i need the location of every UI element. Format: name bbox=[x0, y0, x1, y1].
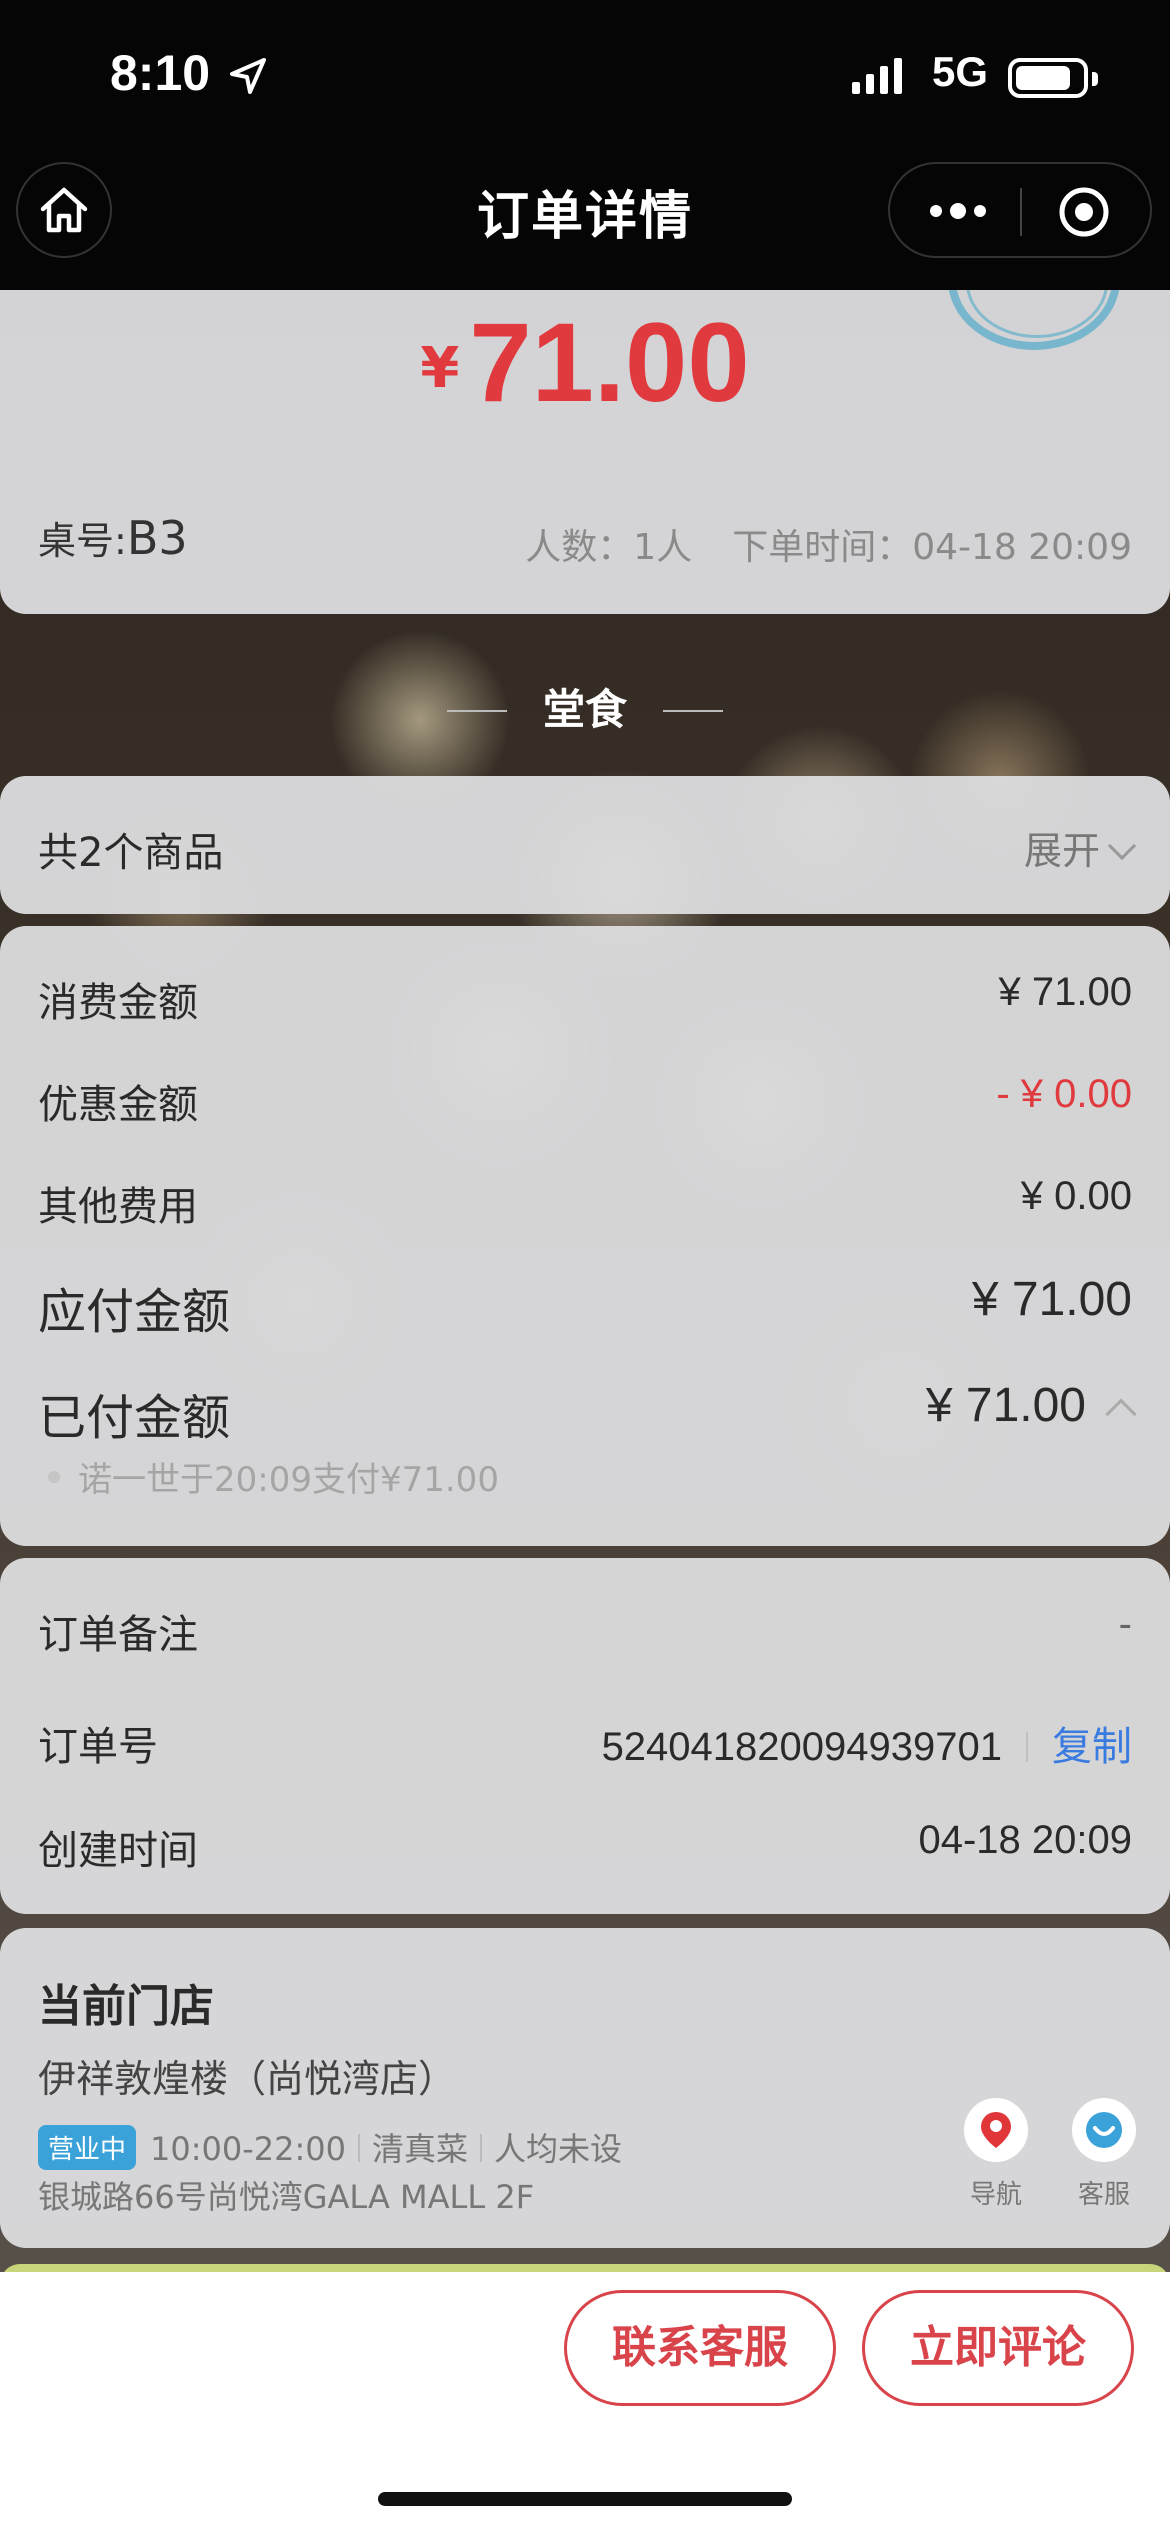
close-miniprogram-icon[interactable] bbox=[1058, 186, 1110, 238]
network-type: 5G bbox=[932, 48, 989, 95]
amount-value: 71.00 bbox=[469, 300, 750, 425]
location-arrow-icon bbox=[230, 58, 266, 94]
chevron-up-icon bbox=[1105, 1398, 1137, 1430]
table-value: B3 bbox=[126, 511, 188, 565]
items-card[interactable]: 共2个商品 展开 bbox=[0, 776, 1170, 914]
store-info: 营业中 10:00-22:00 清真菜 人均未设 bbox=[38, 2124, 622, 2170]
order-amount: ¥71.00 bbox=[0, 298, 1170, 427]
store-hours: 10:00-22:00 bbox=[150, 2130, 346, 2168]
payment-record: 诺一世于20:09支付¥71.00 bbox=[48, 1452, 499, 1501]
discount-value: - ¥ 0.00 bbox=[996, 1072, 1132, 1116]
nav-bar: 订单详情 bbox=[0, 150, 1170, 290]
more-icon[interactable] bbox=[928, 196, 988, 226]
order-no-label: 订单号 bbox=[38, 1724, 158, 1770]
navigation-button[interactable]: 导航 bbox=[964, 2098, 1028, 2211]
contact-service-button[interactable]: 联系客服 bbox=[564, 2290, 836, 2406]
store-section-title: 当前门店 bbox=[38, 1981, 214, 2032]
battery-icon bbox=[1008, 58, 1098, 98]
people-count: 人数：1人 bbox=[525, 527, 693, 568]
order-meta: 人数：1人 下单时间：04-18 20:09 bbox=[525, 518, 1132, 570]
paid-toggle[interactable]: ¥ 71.00 bbox=[925, 1378, 1137, 1433]
paid-label: 已付金额 bbox=[38, 1390, 231, 1446]
paid-value: ¥ 71.00 bbox=[925, 1379, 1086, 1432]
status-bar: 8:10 5G bbox=[0, 0, 1170, 150]
other-fee-value: ¥ 0.00 bbox=[1020, 1174, 1132, 1218]
items-count: 共2个商品 bbox=[38, 830, 224, 876]
copy-button[interactable]: 复制 bbox=[1052, 1725, 1132, 1769]
store-avg-price: 人均未设 bbox=[494, 2130, 623, 2168]
dine-type-label: 堂食 bbox=[542, 685, 627, 734]
consumption-value: ¥ 71.00 bbox=[998, 970, 1132, 1014]
order-no: 524041820094939701 复制 bbox=[602, 1714, 1132, 1772]
amount-card: ¥71.00 桌号:B3 人数：1人 下单时间：04-18 20:09 bbox=[0, 290, 1170, 614]
review-now-button[interactable]: 立即评论 bbox=[862, 2290, 1134, 2406]
remark-label: 订单备注 bbox=[38, 1612, 198, 1658]
customer-service-button[interactable]: 客服 bbox=[1072, 2098, 1136, 2211]
payable-label: 应付金额 bbox=[38, 1284, 231, 1340]
chevron-down-icon bbox=[1107, 831, 1137, 861]
created-value: 04-18 20:09 bbox=[918, 1818, 1132, 1862]
dine-type-title: 堂食 bbox=[0, 676, 1170, 737]
expand-button[interactable]: 展开 bbox=[1023, 820, 1137, 875]
fees-card: 消费金额 ¥ 71.00 优惠金额 - ¥ 0.00 其他费用 ¥ 0.00 应… bbox=[0, 926, 1170, 1546]
other-fee-label: 其他费用 bbox=[38, 1184, 198, 1230]
order-time: 下单时间：04-18 20:09 bbox=[732, 527, 1132, 568]
order-no-value: 524041820094939701 bbox=[601, 1725, 1002, 1769]
map-pin-icon bbox=[981, 2112, 1011, 2148]
discount-label: 优惠金额 bbox=[38, 1082, 198, 1128]
store-name[interactable]: 伊祥敦煌楼（尚悦湾店） bbox=[38, 2048, 456, 2103]
store-address: 银城路66号尚悦湾GALA MALL 2F bbox=[38, 2178, 535, 2216]
store-card: 当前门店 伊祥敦煌楼（尚悦湾店） 营业中 10:00-22:00 清真菜 人均未设 银… bbox=[0, 1928, 1170, 2248]
mini-program-capsule bbox=[888, 162, 1152, 258]
table-label: 桌号: bbox=[38, 519, 127, 563]
payable-value: ¥ 71.00 bbox=[971, 1273, 1132, 1326]
expand-label: 展开 bbox=[1023, 829, 1100, 873]
open-status-badge: 营业中 bbox=[38, 2125, 137, 2170]
customer-service-icon bbox=[1086, 2112, 1122, 2148]
table-number: 桌号:B3 bbox=[38, 510, 188, 565]
consumption-label: 消费金额 bbox=[38, 980, 198, 1026]
store-cuisine: 清真菜 bbox=[372, 2130, 469, 2168]
signal-icon bbox=[852, 58, 902, 94]
currency-symbol: ¥ bbox=[420, 336, 460, 401]
customer-service-label: 客服 bbox=[1077, 2180, 1130, 2210]
status-time: 8:10 bbox=[110, 45, 211, 101]
navigation-label: 导航 bbox=[969, 2180, 1022, 2210]
home-indicator[interactable] bbox=[378, 2492, 792, 2506]
remark-value: - bbox=[1118, 1602, 1132, 1646]
created-label: 创建时间 bbox=[38, 1828, 198, 1874]
payment-record-text: 诺一世于20:09支付¥71.00 bbox=[78, 1460, 499, 1500]
order-info-card: 订单备注 - 订单号 524041820094939701 复制 创建时间 04-… bbox=[0, 1558, 1170, 1914]
